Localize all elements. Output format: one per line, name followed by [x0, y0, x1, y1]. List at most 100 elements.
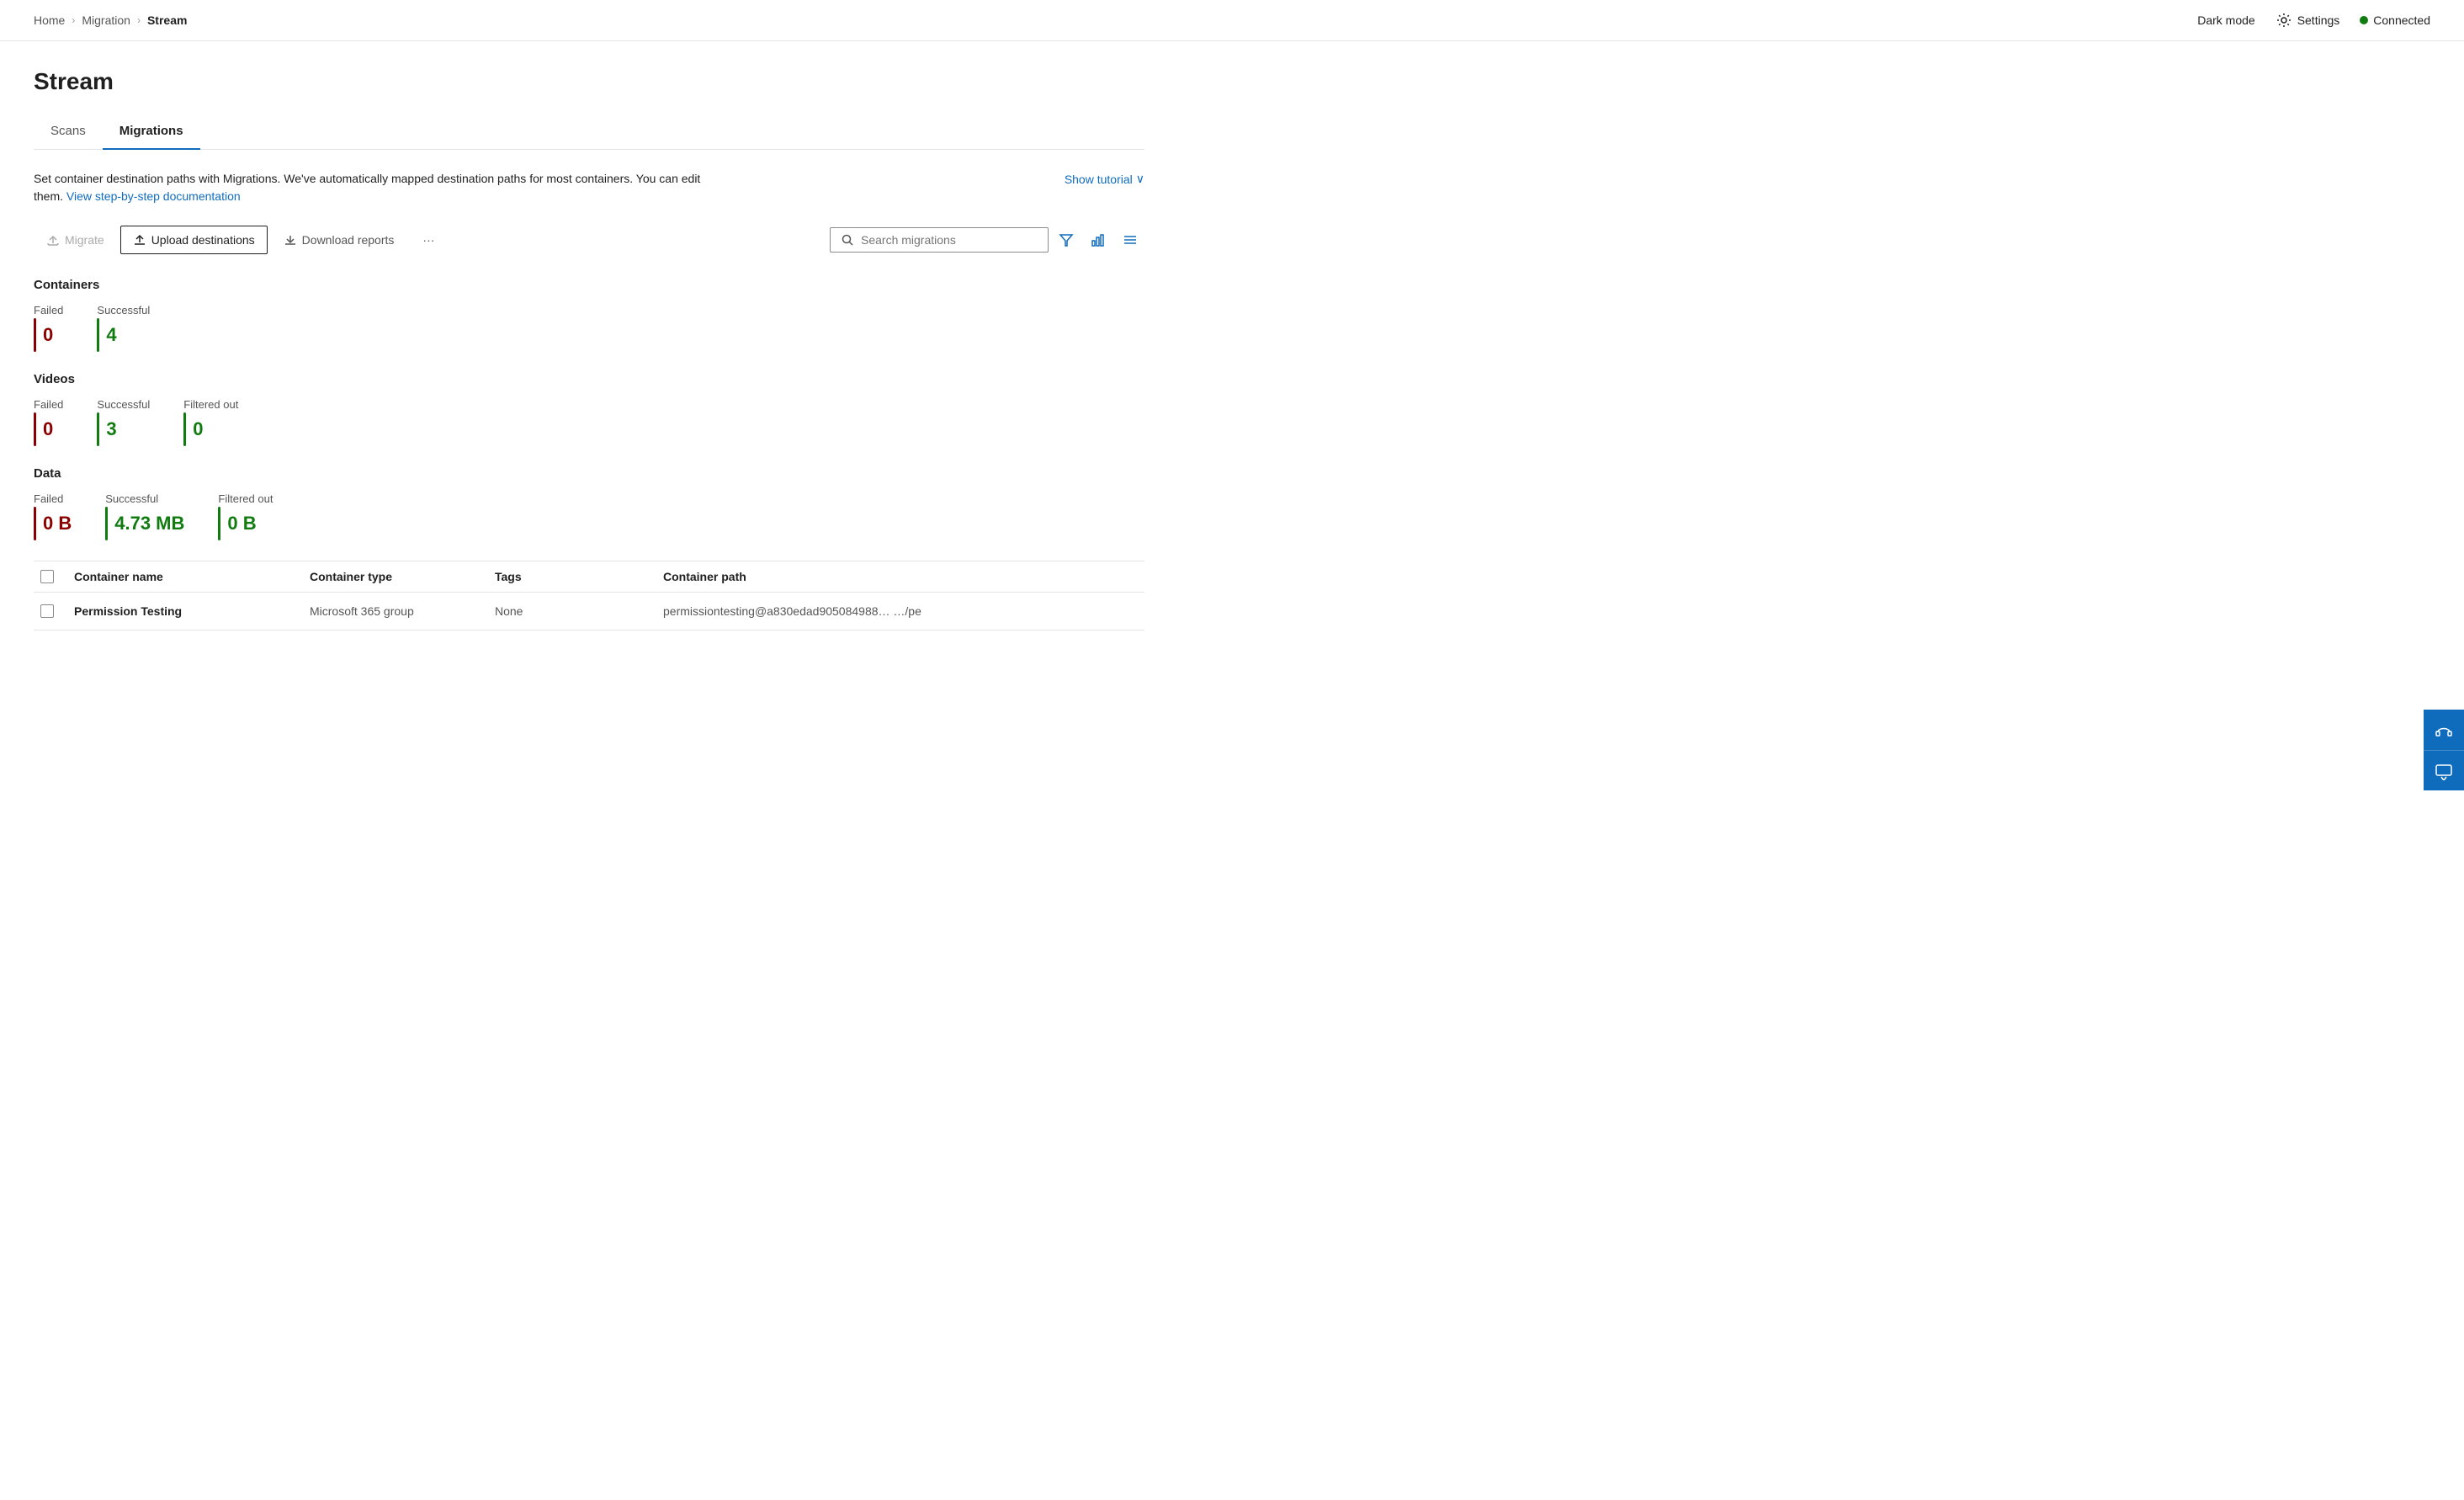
dark-mode-button[interactable]: Dark mode — [2197, 13, 2254, 27]
col-container-type: Container type — [303, 570, 488, 583]
toolbar: Migrate Upload destinations Download rep… — [34, 226, 1144, 254]
migrate-button[interactable]: Migrate — [34, 226, 117, 254]
col-container-path: Container path — [656, 570, 1144, 583]
videos-stats: Videos Failed 0 Successful 3 Filtered ou… — [34, 372, 1144, 446]
upload-destinations-button[interactable]: Upload destinations — [120, 226, 268, 254]
containers-failed-bar — [34, 318, 36, 352]
data-filtered-bar — [218, 507, 220, 540]
headset-icon — [2435, 721, 2453, 739]
breadcrumb-sep1: › — [72, 14, 75, 26]
more-options-button[interactable]: ··· — [410, 226, 447, 254]
data-filtered-value: 0 B — [227, 513, 256, 535]
row-tags: None — [488, 604, 656, 618]
data-failed-bar — [34, 507, 36, 540]
main-content: Stream Scans Migrations Set container de… — [0, 41, 1178, 657]
tab-migrations[interactable]: Migrations — [103, 115, 200, 150]
videos-stats-row: Failed 0 Successful 3 Filtered out 0 — [34, 398, 1144, 446]
more-icon: ··· — [422, 233, 434, 247]
connected-label: Connected — [2373, 13, 2430, 27]
videos-successful-label: Successful — [97, 398, 150, 411]
search-box[interactable] — [830, 227, 1049, 253]
data-filtered: Filtered out 0 B — [218, 492, 273, 540]
data-failed: Failed 0 B — [34, 492, 72, 540]
data-failed-value: 0 B — [43, 513, 72, 535]
row-container-path: permissiontesting@a830edad905084988… …/p… — [656, 604, 1144, 618]
page-title: Stream — [34, 68, 1144, 95]
data-filtered-label: Filtered out — [218, 492, 273, 505]
videos-filtered: Filtered out 0 — [183, 398, 238, 446]
containers-successful-label: Successful — [97, 304, 150, 316]
data-title: Data — [34, 466, 1144, 481]
group-by-button[interactable] — [1084, 226, 1113, 254]
migrate-label: Migrate — [65, 233, 104, 247]
columns-button[interactable] — [1116, 226, 1144, 254]
containers-failed: Failed 0 — [34, 304, 63, 352]
videos-failed-bar — [34, 412, 36, 446]
show-tutorial-label: Show tutorial — [1065, 173, 1133, 186]
side-help-button[interactable] — [2424, 710, 2464, 750]
gear-icon — [2275, 12, 2292, 29]
videos-successful: Successful 3 — [97, 398, 150, 446]
containers-stats-row: Failed 0 Successful 4 — [34, 304, 1144, 352]
connected-status: Connected — [2360, 13, 2430, 27]
docs-link[interactable]: View step-by-step documentation — [66, 189, 241, 203]
data-successful-value: 4.73 MB — [114, 513, 184, 535]
containers-stats: Containers Failed 0 Successful 4 — [34, 278, 1144, 352]
top-bar: Home › Migration › Stream Dark mode Sett… — [0, 0, 2464, 41]
side-chat-button[interactable] — [2424, 750, 2464, 790]
download-reports-label: Download reports — [302, 233, 395, 247]
containers-failed-value: 0 — [43, 324, 53, 346]
col-container-name: Container name — [67, 570, 303, 583]
row-checkbox[interactable] — [40, 604, 54, 618]
containers-failed-label: Failed — [34, 304, 63, 316]
videos-title: Videos — [34, 372, 1144, 386]
videos-successful-value: 3 — [106, 418, 116, 440]
upload-icon — [133, 233, 146, 247]
containers-successful-value: 4 — [106, 324, 116, 346]
table-row: Permission Testing Microsoft 365 group N… — [34, 593, 1144, 630]
settings-button[interactable]: Settings — [2275, 12, 2340, 29]
breadcrumb-migration[interactable]: Migration — [82, 13, 130, 27]
breadcrumb-current: Stream — [147, 13, 187, 27]
search-input[interactable] — [861, 233, 1029, 247]
col-checkbox — [34, 570, 67, 583]
videos-filtered-value: 0 — [193, 418, 203, 440]
filter-button[interactable] — [1052, 226, 1081, 254]
containers-successful: Successful 4 — [97, 304, 150, 352]
row-container-type: Microsoft 365 group — [303, 604, 488, 618]
upload-cloud-icon — [46, 233, 60, 247]
chevron-down-icon: ∨ — [1136, 172, 1144, 186]
videos-failed-label: Failed — [34, 398, 63, 411]
download-reports-button[interactable]: Download reports — [271, 226, 407, 254]
search-icon — [841, 233, 854, 247]
containers-title: Containers — [34, 278, 1144, 292]
videos-filtered-label: Filtered out — [183, 398, 238, 411]
filter-icon — [1059, 232, 1074, 247]
description-text: Set container destination paths with Mig… — [34, 170, 724, 205]
videos-failed: Failed 0 — [34, 398, 63, 446]
containers-successful-bar — [97, 318, 99, 352]
data-successful: Successful 4.73 MB — [105, 492, 184, 540]
show-tutorial-button[interactable]: Show tutorial ∨ — [1065, 172, 1144, 186]
description-area: Set container destination paths with Mig… — [34, 170, 1144, 205]
breadcrumb-home[interactable]: Home — [34, 13, 65, 27]
connected-indicator — [2360, 16, 2368, 24]
select-all-checkbox[interactable] — [40, 570, 54, 583]
settings-label: Settings — [2297, 13, 2340, 27]
data-successful-bar — [105, 507, 108, 540]
videos-filtered-bar — [183, 412, 186, 446]
tab-scans[interactable]: Scans — [34, 115, 103, 150]
upload-destinations-label: Upload destinations — [151, 233, 255, 247]
chat-icon — [2435, 762, 2453, 780]
bar-chart-icon — [1091, 232, 1106, 247]
migrations-table: Container name Container type Tags Conta… — [34, 561, 1144, 630]
videos-successful-bar — [97, 412, 99, 446]
row-checkbox-cell — [34, 604, 67, 618]
data-stats: Data Failed 0 B Successful 4.73 MB Filte… — [34, 466, 1144, 540]
data-failed-label: Failed — [34, 492, 72, 505]
col-tags: Tags — [488, 570, 656, 583]
columns-icon — [1123, 232, 1138, 247]
download-icon — [284, 233, 297, 247]
data-stats-row: Failed 0 B Successful 4.73 MB Filtered o… — [34, 492, 1144, 540]
row-container-name: Permission Testing — [67, 604, 303, 618]
